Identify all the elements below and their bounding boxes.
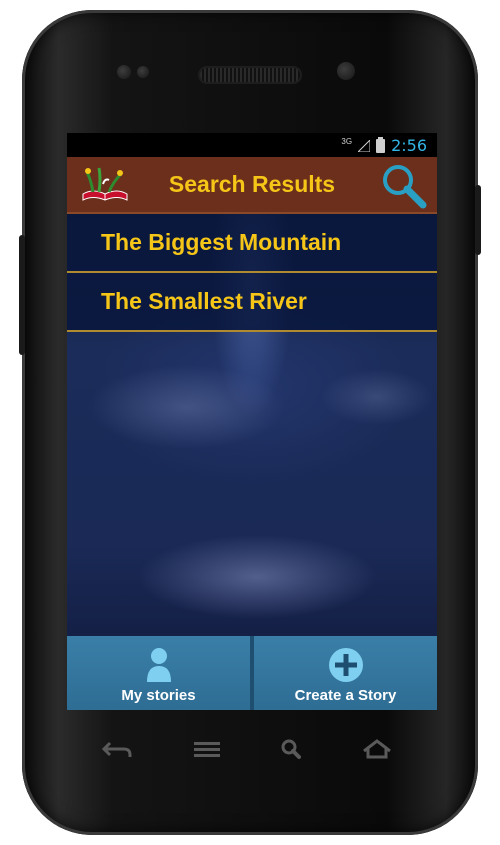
power-button[interactable] [475,185,481,255]
back-icon[interactable] [100,737,134,761]
signal-icon [358,139,371,152]
search-results-list: The Biggest Mountain The Smallest River [67,214,437,332]
status-bar: 3G 2:56 [67,133,437,157]
battery-icon [376,136,386,153]
proximity-sensor [117,65,131,79]
search-icon[interactable] [275,737,309,761]
bottom-action-bar: My stories Create a Story [67,636,437,710]
light-sensor [137,66,149,78]
plus-circle-icon [328,648,363,682]
story-title: The Smallest River [101,288,307,314]
earpiece-speaker [200,68,300,82]
story-title: The Biggest Mountain [101,229,342,255]
list-item[interactable]: The Biggest Mountain [67,214,437,273]
status-time: 2:56 [391,136,427,155]
search-icon[interactable] [379,161,427,209]
main-content: Search Results The Biggest Mountain The … [67,157,437,710]
menu-icon[interactable] [190,737,224,761]
my-stories-label: My stories [121,687,196,704]
create-story-button[interactable]: Create a Story [250,636,437,710]
home-icon[interactable] [360,737,394,761]
screen: 3G 2:56 Search Results The Biggest Mount… [67,133,437,710]
my-stories-button[interactable]: My stories [67,636,250,710]
hardware-nav-bar [80,735,420,765]
volume-button[interactable] [19,235,25,355]
front-camera [337,62,355,80]
person-icon [146,648,171,682]
network-type: 3G [341,137,353,146]
create-story-label: Create a Story [294,687,397,704]
list-item[interactable]: The Smallest River [67,273,437,332]
app-header: Search Results [67,157,437,214]
